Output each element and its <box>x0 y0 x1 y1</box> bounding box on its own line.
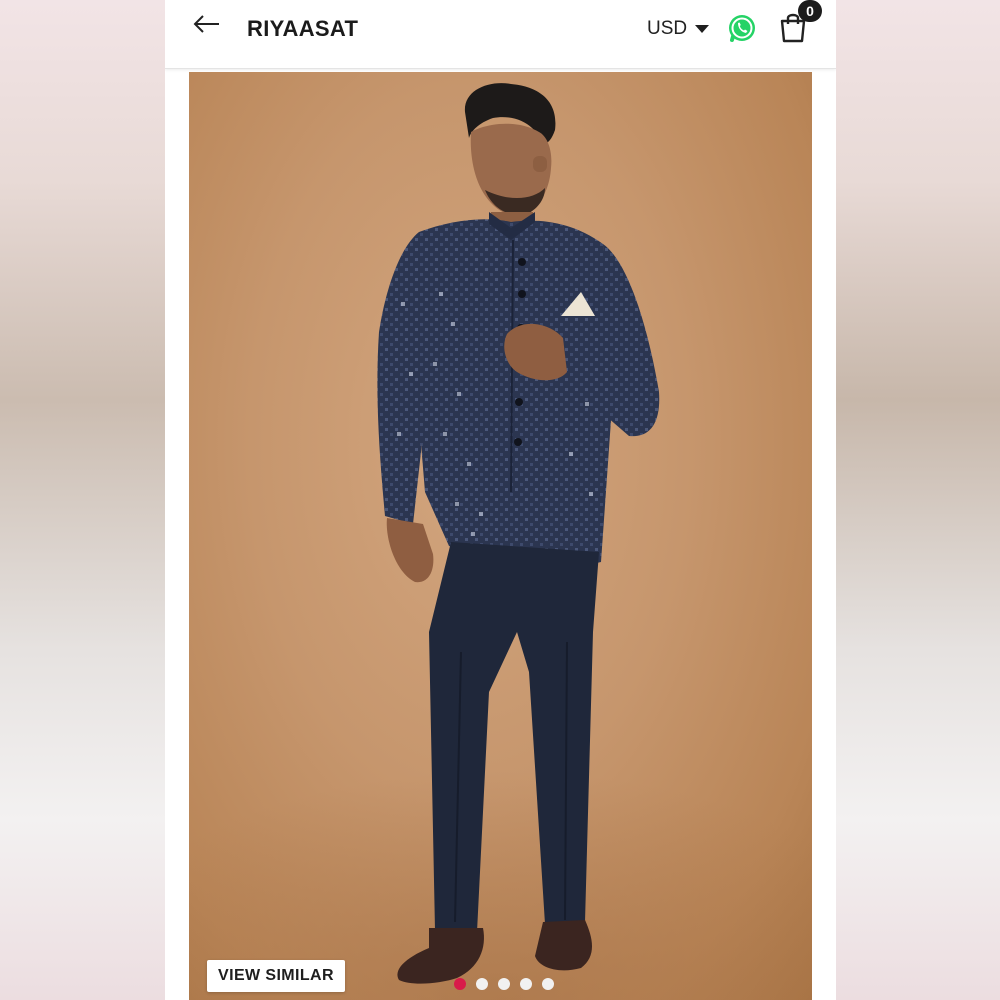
currency-label: USD <box>647 18 688 39</box>
carousel-dot-3[interactable] <box>498 978 510 990</box>
whatsapp-button[interactable] <box>726 12 758 44</box>
carousel-dot-5[interactable] <box>542 978 554 990</box>
top-header: RIYAASAT USD 0 <box>165 0 836 69</box>
background-blur-left <box>0 0 165 1000</box>
whatsapp-icon <box>729 15 755 42</box>
carousel-dot-2[interactable] <box>476 978 488 990</box>
arrow-left-icon <box>193 15 219 33</box>
back-button[interactable] <box>191 10 223 40</box>
cart-count-badge: 0 <box>798 0 822 22</box>
carousel-dot-1[interactable] <box>454 978 466 990</box>
currency-selector[interactable]: USD <box>647 17 710 41</box>
carousel-dot-4[interactable] <box>520 978 532 990</box>
view-similar-button[interactable]: VIEW SIMILAR <box>207 960 345 992</box>
background-blur-right <box>836 0 1000 1000</box>
caret-down-icon <box>695 25 710 33</box>
product-photo-illustration <box>189 83 812 1000</box>
product-image[interactable]: VIEW SIMILAR <box>189 72 812 1000</box>
app-screen: RIYAASAT USD 0 VIEW SIMILAR <box>165 0 836 1000</box>
carousel-indicator <box>454 978 554 990</box>
brand-logo[interactable]: RIYAASAT <box>247 16 358 42</box>
